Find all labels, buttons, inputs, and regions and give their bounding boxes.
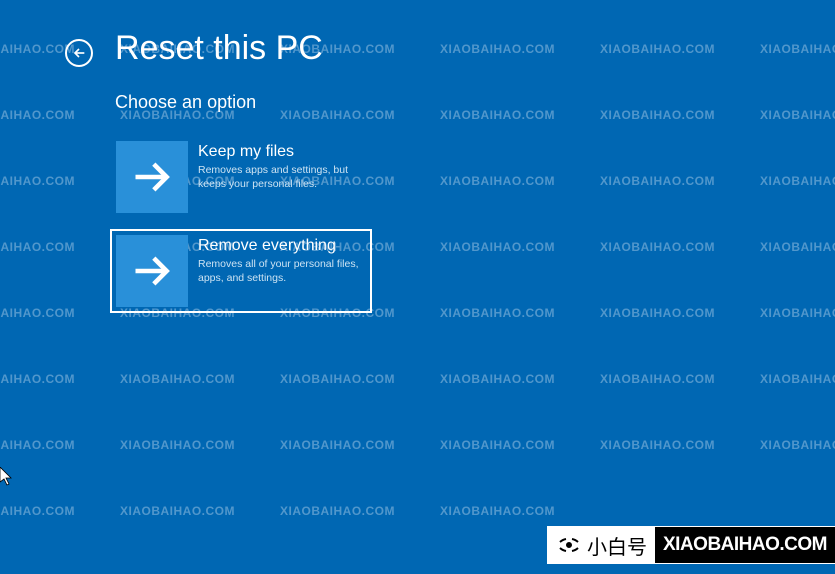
watermark: XIAOBAIHAO.COM	[120, 504, 235, 518]
watermark: XIAOBAIHAO.COM	[280, 108, 395, 122]
wifi-icon	[557, 533, 581, 557]
watermark: XIAOBAIHAO.COM	[280, 438, 395, 452]
option-text: Keep my files Removes apps and settings,…	[188, 141, 366, 191]
watermark: XIAOBAIHAO.COM	[440, 306, 555, 320]
back-arrow-icon	[71, 45, 87, 61]
option-title: Remove everything	[198, 237, 366, 255]
watermark: XIAOBAIHAO.COM	[0, 174, 75, 188]
watermark: XIAOBAIHAO.COM	[0, 504, 75, 518]
watermark: XIAOBAIHAO.COM	[280, 372, 395, 386]
banner-domain-text: XIAOBAIHAO.COM	[655, 527, 835, 563]
watermark: XIAOBAIHAO.COM	[760, 174, 835, 188]
options-container: Keep my files Removes apps and settings,…	[110, 135, 372, 323]
watermark: XIAOBAIHAO.COM	[440, 372, 555, 386]
watermark: XIAOBAIHAO.COM	[600, 174, 715, 188]
watermark: XIAOBAIHAO.COM	[760, 108, 835, 122]
arrow-right-icon	[116, 141, 188, 213]
option-description: Removes apps and settings, but keeps you…	[198, 164, 366, 191]
watermark: XIAOBAIHAO.COM	[440, 174, 555, 188]
watermark: XIAOBAIHAO.COM	[600, 108, 715, 122]
watermark: XIAOBAIHAO.COM	[0, 240, 75, 254]
watermark: XIAOBAIHAO.COM	[440, 504, 555, 518]
watermark: XIAOBAIHAO.COM	[760, 372, 835, 386]
watermark: XIAOBAIHAO.COM	[280, 504, 395, 518]
watermark: XIAOBAIHAO.COM	[0, 108, 75, 122]
watermark: XIAOBAIHAO.COM	[120, 438, 235, 452]
option-keep-my-files[interactable]: Keep my files Removes apps and settings,…	[110, 135, 372, 219]
banner-chinese-text: 小白号	[587, 531, 647, 560]
arrow-right-icon	[116, 235, 188, 307]
back-button[interactable]	[65, 39, 93, 67]
subtitle: Choose an option	[115, 92, 256, 113]
page-title: Reset this PC	[115, 29, 323, 68]
watermark: XIAOBAIHAO.COM	[120, 372, 235, 386]
mouse-cursor-icon	[0, 467, 14, 492]
watermark: XIAOBAIHAO.COM	[600, 240, 715, 254]
watermark: XIAOBAIHAO.COM	[440, 438, 555, 452]
watermark: XIAOBAIHAO.COM	[0, 372, 75, 386]
watermark: XIAOBAIHAO.COM	[440, 108, 555, 122]
option-text: Remove everything Removes all of your pe…	[188, 235, 366, 285]
watermark: XIAOBAIHAO.COM	[0, 42, 75, 56]
watermark: XIAOBAIHAO.COM	[760, 306, 835, 320]
branding-banner: 小白号 XIAOBAIHAO.COM	[547, 526, 835, 564]
watermark: XIAOBAIHAO.COM	[600, 372, 715, 386]
watermark: XIAOBAIHAO.COM	[760, 240, 835, 254]
watermark: XIAOBAIHAO.COM	[0, 306, 75, 320]
watermark: XIAOBAIHAO.COM	[440, 42, 555, 56]
watermark: XIAOBAIHAO.COM	[600, 306, 715, 320]
option-remove-everything[interactable]: Remove everything Removes all of your pe…	[110, 229, 372, 313]
option-description: Removes all of your personal files, apps…	[198, 258, 366, 285]
option-title: Keep my files	[198, 143, 366, 161]
watermark: XIAOBAIHAO.COM	[440, 240, 555, 254]
watermark: XIAOBAIHAO.COM	[0, 438, 75, 452]
watermark: XIAOBAIHAO.COM	[760, 438, 835, 452]
watermark: XIAOBAIHAO.COM	[600, 438, 715, 452]
watermark: XIAOBAIHAO.COM	[600, 42, 715, 56]
watermark: XIAOBAIHAO.COM	[760, 42, 835, 56]
